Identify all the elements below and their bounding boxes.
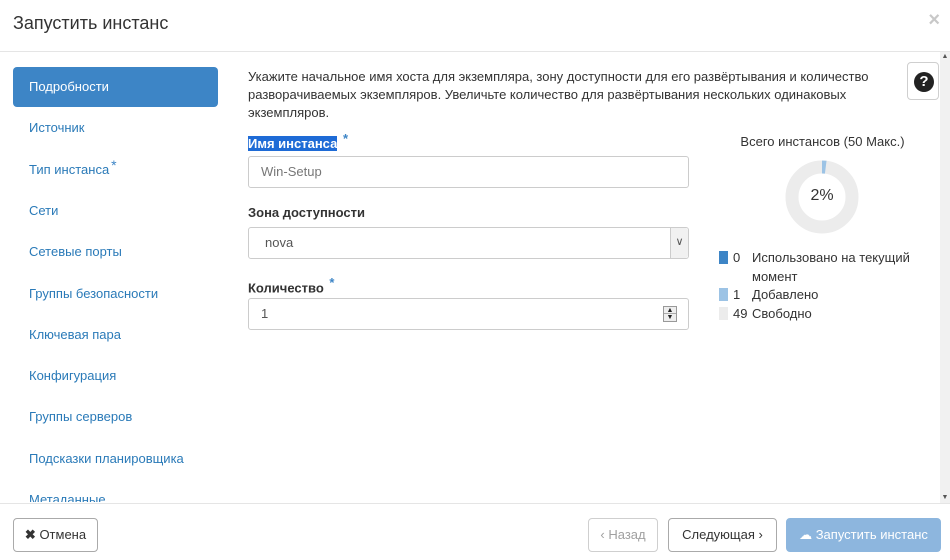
- sidebar-item-label: Подробности: [29, 79, 109, 94]
- launch-label: Запустить инстанс: [815, 527, 928, 542]
- required-marker: *: [329, 275, 335, 290]
- back-label: Назад: [608, 527, 646, 542]
- sidebar-item-7[interactable]: Конфигурация: [13, 356, 218, 396]
- count-label: Количество *: [248, 275, 335, 296]
- modal-header: Запустить инстанс ×: [0, 0, 950, 52]
- cancel-label: Отмена: [39, 527, 87, 542]
- sidebar-item-label: Подсказки планировщика: [29, 450, 184, 466]
- sidebar-item-9[interactable]: Подсказки планировщика: [13, 439, 218, 479]
- sidebar-item-5[interactable]: Группы безопасности: [13, 274, 218, 314]
- question-circle-icon: ?: [914, 72, 934, 92]
- sidebar-item-1[interactable]: Источник: [13, 108, 218, 148]
- legend-value: 0: [733, 250, 741, 265]
- cancel-button[interactable]: ✖ Отмена: [13, 518, 98, 552]
- sidebar-item-2[interactable]: Тип инстанса *: [13, 150, 218, 190]
- instance-name-label-text: Имя инстанса: [248, 136, 338, 152]
- stepper-up-icon[interactable]: ▲: [664, 307, 676, 314]
- legend-swatch: [719, 307, 728, 320]
- back-button[interactable]: ‹ Назад: [588, 518, 658, 552]
- scroll-down-icon[interactable]: ▼: [940, 493, 950, 503]
- stepper-down-icon[interactable]: ▼: [664, 314, 676, 321]
- availability-zone-label-text: Зона доступности: [248, 205, 366, 220]
- close-icon[interactable]: ×: [928, 10, 940, 30]
- legend-label: Использовано на текущий момент: [752, 250, 910, 284]
- chevron-left-icon: ‹: [600, 527, 605, 542]
- quota-title: Всего инстансов (50 Макс.): [740, 134, 905, 149]
- count-input[interactable]: 1 ▲ ▼: [248, 298, 689, 330]
- scrollbar[interactable]: ▲ ▼: [940, 52, 950, 503]
- x-icon: ✖: [24, 527, 36, 542]
- sidebar-item-6[interactable]: Ключевая пара: [13, 315, 218, 355]
- legend-swatch: [719, 251, 728, 264]
- step-description: Укажите начальное имя хоста для экземпля…: [248, 69, 869, 120]
- wizard-nav: Подробности Источник Тип инстанса * Сети Сете…: [13, 67, 218, 502]
- launch-instance-modal: Запустить инстанс × Подробности Источник Т…: [0, 0, 950, 560]
- instance-name-label: Имя инстанса *: [248, 131, 348, 152]
- chevron-down-icon[interactable]: ∨: [670, 228, 688, 258]
- help-button[interactable]: ?: [907, 62, 939, 100]
- availability-zone-value: nova: [265, 235, 294, 250]
- modal-footer: ✖ Отмена ‹ Назад Следующая › ☁ Запустить…: [0, 503, 950, 560]
- availability-zone-select[interactable]: nova ∨: [248, 227, 689, 259]
- chevron-right-icon: ›: [758, 527, 763, 542]
- sidebar-item-10[interactable]: Метаданные: [13, 480, 218, 502]
- required-marker: *: [342, 131, 348, 146]
- sidebar-item-label: Группы серверов: [29, 409, 133, 425]
- instance-name-placeholder: Win-Setup: [261, 164, 322, 179]
- instance-name-input[interactable]: Win-Setup: [248, 156, 689, 188]
- sidebar-item-4[interactable]: Сетевые порты: [13, 232, 218, 272]
- legend-value: 49: [733, 306, 748, 321]
- legend-swatch: [719, 288, 728, 301]
- sidebar-item-0[interactable]: Подробности: [13, 67, 218, 107]
- sidebar-item-label: Сетевые порты: [29, 244, 122, 260]
- next-button[interactable]: Следующая ›: [668, 518, 777, 552]
- sidebar-item-label: Группы безопасности: [29, 285, 159, 301]
- count-stepper[interactable]: ▲ ▼: [663, 306, 677, 322]
- legend-label: Свободно: [752, 306, 812, 321]
- sidebar-item-label: Источник: [29, 120, 85, 136]
- count-value: 1: [261, 306, 269, 321]
- sidebar-item-3[interactable]: Сети: [13, 191, 218, 231]
- sidebar-item-8[interactable]: Группы серверов: [13, 397, 218, 437]
- modal-title: Запустить инстанс: [13, 13, 169, 33]
- legend-label: Добавлено: [752, 287, 819, 302]
- sidebar-item-label: Тип инстанса: [29, 161, 110, 177]
- cloud-upload-icon: ☁: [799, 527, 813, 542]
- sidebar-item-label: Конфигурация: [29, 368, 117, 384]
- sidebar-item-label: Метаданные: [29, 492, 106, 502]
- required-marker: *: [111, 156, 117, 173]
- sidebar-item-label: Ключевая пара: [29, 326, 121, 342]
- launch-instance-button[interactable]: ☁ Запустить инстанс: [786, 518, 941, 552]
- legend-value: 1: [733, 287, 741, 302]
- quota-percent-label: 2%: [810, 187, 834, 204]
- next-label: Следующая: [682, 527, 755, 542]
- availability-zone-label: Зона доступности: [248, 205, 365, 220]
- scroll-up-icon[interactable]: ▲: [940, 52, 950, 62]
- count-label-text: Количество: [248, 280, 324, 296]
- sidebar-item-label: Сети: [29, 202, 59, 218]
